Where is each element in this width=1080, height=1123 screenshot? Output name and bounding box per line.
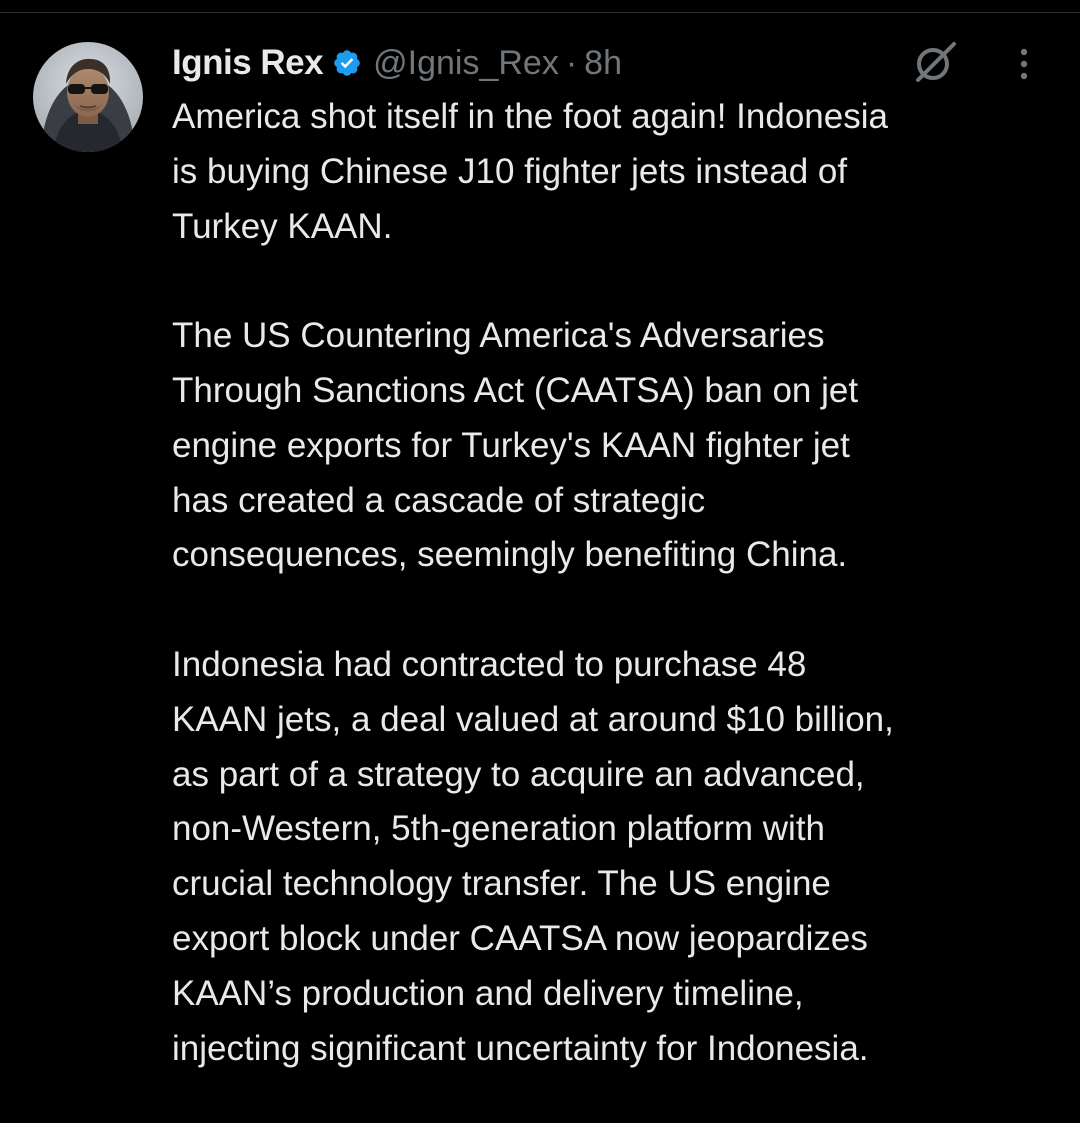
text-line: export block under CAATSA now jeopardize… [172,918,868,958]
text-line: consequences, seemingly benefiting China… [172,535,848,575]
text-line: KAAN’s production and delivery timeline, [172,973,804,1013]
author-handle[interactable]: @Ignis_Rex [373,44,559,83]
tweet-header: Ignis Rex @Ignis_Rex · 8h [172,38,622,88]
timestamp[interactable]: 8h [584,44,622,83]
more-options-icon[interactable] [1009,44,1039,84]
text-line: The US Countering America's Adversaries [172,316,825,356]
text-line: America shot itself in the foot again! I… [172,97,888,136]
text-line: injecting significant uncertainty for In… [172,1028,869,1068]
text-line: as part of a strategy to acquire an adva… [172,754,865,794]
grok-icon[interactable] [912,40,958,86]
tweet[interactable]: Ignis Rex @Ignis_Rex · 8h America shot i… [0,0,1080,1123]
separator-dot: · [565,43,578,82]
tweet-text: America shot itself in the foot again! I… [172,90,1062,1076]
text-line: crucial technology transfer. The US engi… [172,864,831,904]
paragraph: Indonesia had contracted to purchase 48 … [172,638,1062,1076]
text-line: has created a cascade of strategic [172,480,706,520]
text-line: non-Western, 5th-generation platform wit… [172,809,826,849]
text-line: Through Sanctions Act (CAATSA) ban on je… [172,370,859,410]
verified-badge-icon [332,48,362,78]
text-line: Turkey KAAN. [172,206,393,246]
paragraph: The US Countering America's Adversaries … [172,309,1062,583]
text-line: is buying Chinese J10 fighter jets inste… [172,151,848,191]
avatar[interactable] [33,42,143,152]
author-display-name[interactable]: Ignis Rex [172,43,324,83]
text-line: KAAN jets, a deal valued at around $10 b… [172,699,894,739]
text-line: engine exports for Turkey's KAAN fighter… [172,425,850,465]
text-line: Indonesia had contracted to purchase 48 [172,644,807,684]
paragraph: America shot itself in the foot again! I… [172,90,1062,254]
